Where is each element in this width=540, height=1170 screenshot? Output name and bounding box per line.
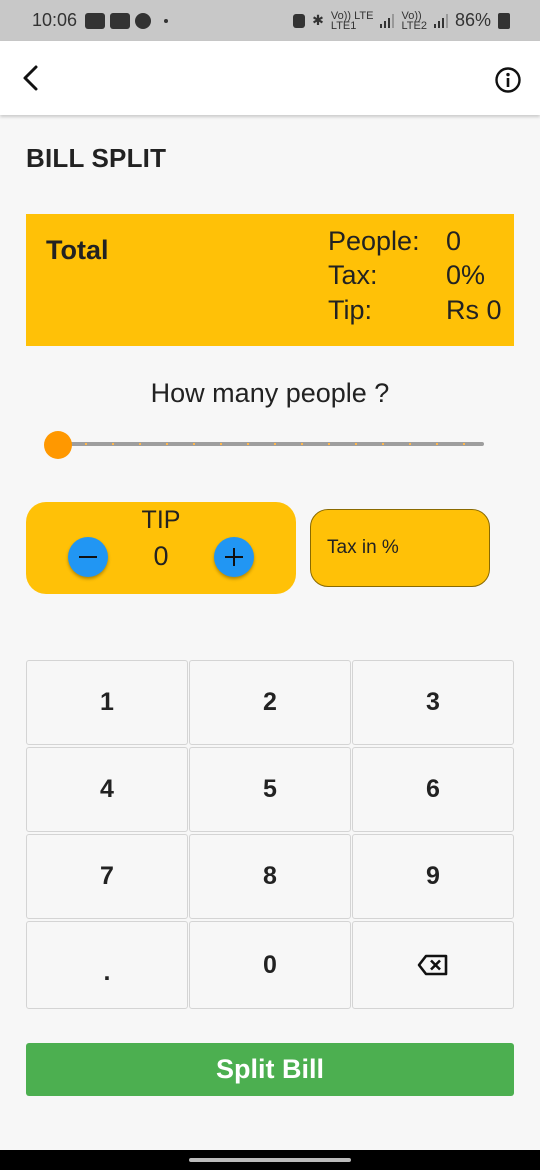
more-notifications-icon: [164, 18, 169, 23]
slider-tick: [193, 443, 195, 445]
slider-tick: [355, 443, 357, 445]
slider-tick: [139, 443, 141, 445]
signal-2-icon: [433, 13, 448, 28]
status-time: 10:06: [32, 10, 78, 30]
signal-1-icon: [380, 13, 395, 28]
tax-label: Tax:: [328, 260, 378, 290]
app-bar: [0, 41, 540, 115]
slider-track: [58, 442, 484, 446]
tip-increase-button[interactable]: [214, 537, 254, 577]
total-label: Total: [46, 235, 109, 265]
key-4[interactable]: 4: [26, 747, 188, 832]
page-title: BILL SPLIT: [26, 143, 167, 173]
slider-tick: [409, 443, 411, 445]
minus-icon: [79, 556, 97, 558]
people-value: 0: [446, 226, 462, 256]
home-gesture-bar[interactable]: [189, 1158, 351, 1162]
tax-value: 0%: [446, 260, 486, 290]
slider-tick: [220, 443, 222, 445]
chevron-left-icon[interactable]: [14, 61, 48, 95]
tip-summary-label: Tip:: [328, 295, 373, 325]
alarm-icon: [293, 13, 306, 28]
network-label-2: Vo)) LTE2: [401, 9, 427, 32]
slider-tick: [247, 443, 249, 445]
notification-icon: [85, 12, 106, 29]
play-icon: [135, 12, 152, 29]
people-label: People:: [328, 226, 420, 256]
summary-card: Total People: 0 Tax: 0% Tip: Rs 0: [26, 214, 514, 346]
bluetooth-icon: ✱: [312, 12, 324, 28]
key-backspace[interactable]: [352, 921, 514, 1009]
status-right: ✱ Vo)) LTE LTE1 Vo)) LTE2 86%: [293, 10, 510, 31]
people-question: How many people ?: [150, 378, 390, 408]
tip-label: TIP: [141, 506, 181, 534]
slider-tick: [274, 443, 276, 445]
tip-control: TIP 0: [26, 502, 296, 594]
slider-tick: [436, 443, 438, 445]
tip-value: 0: [153, 541, 169, 571]
tax-input[interactable]: Tax in %: [310, 509, 490, 587]
key-9[interactable]: 9: [352, 834, 514, 919]
slider-tick: [382, 443, 384, 445]
key-0[interactable]: 0: [189, 921, 351, 1009]
slider-tick: [112, 443, 114, 445]
key-decimal[interactable]: .: [26, 921, 188, 1009]
key-7[interactable]: 7: [26, 834, 188, 919]
slider-tick: [166, 443, 168, 445]
tax-input-label: Tax in %: [327, 537, 399, 558]
tip-summary-value: Rs 0: [446, 295, 502, 325]
people-slider[interactable]: [44, 430, 484, 460]
battery-icon: [498, 12, 510, 29]
slider-tick: [85, 443, 87, 445]
split-bill-button[interactable]: Split Bill: [26, 1043, 514, 1096]
backspace-icon: [417, 954, 448, 976]
key-2[interactable]: 2: [189, 660, 351, 745]
key-5[interactable]: 5: [189, 747, 351, 832]
key-1[interactable]: 1: [26, 660, 188, 745]
info-circle-icon[interactable]: [494, 66, 522, 94]
system-nav-bar: [0, 1150, 540, 1170]
slider-thumb[interactable]: [44, 431, 72, 459]
network-label-1: Vo)) LTE LTE1: [330, 9, 374, 32]
status-bar: 10:06 ✱ Vo)) LTE LTE1 Vo)) LTE2 86%: [0, 0, 540, 41]
slider-tick: [463, 443, 465, 445]
key-8[interactable]: 8: [189, 834, 351, 919]
key-6[interactable]: 6: [352, 747, 514, 832]
key-3[interactable]: 3: [352, 660, 514, 745]
battery-percent: 86%: [454, 10, 491, 30]
gallery-icon: [110, 12, 131, 29]
tip-decrease-button[interactable]: [68, 537, 108, 577]
slider-tick: [301, 443, 303, 445]
slider-tick: [328, 443, 330, 445]
